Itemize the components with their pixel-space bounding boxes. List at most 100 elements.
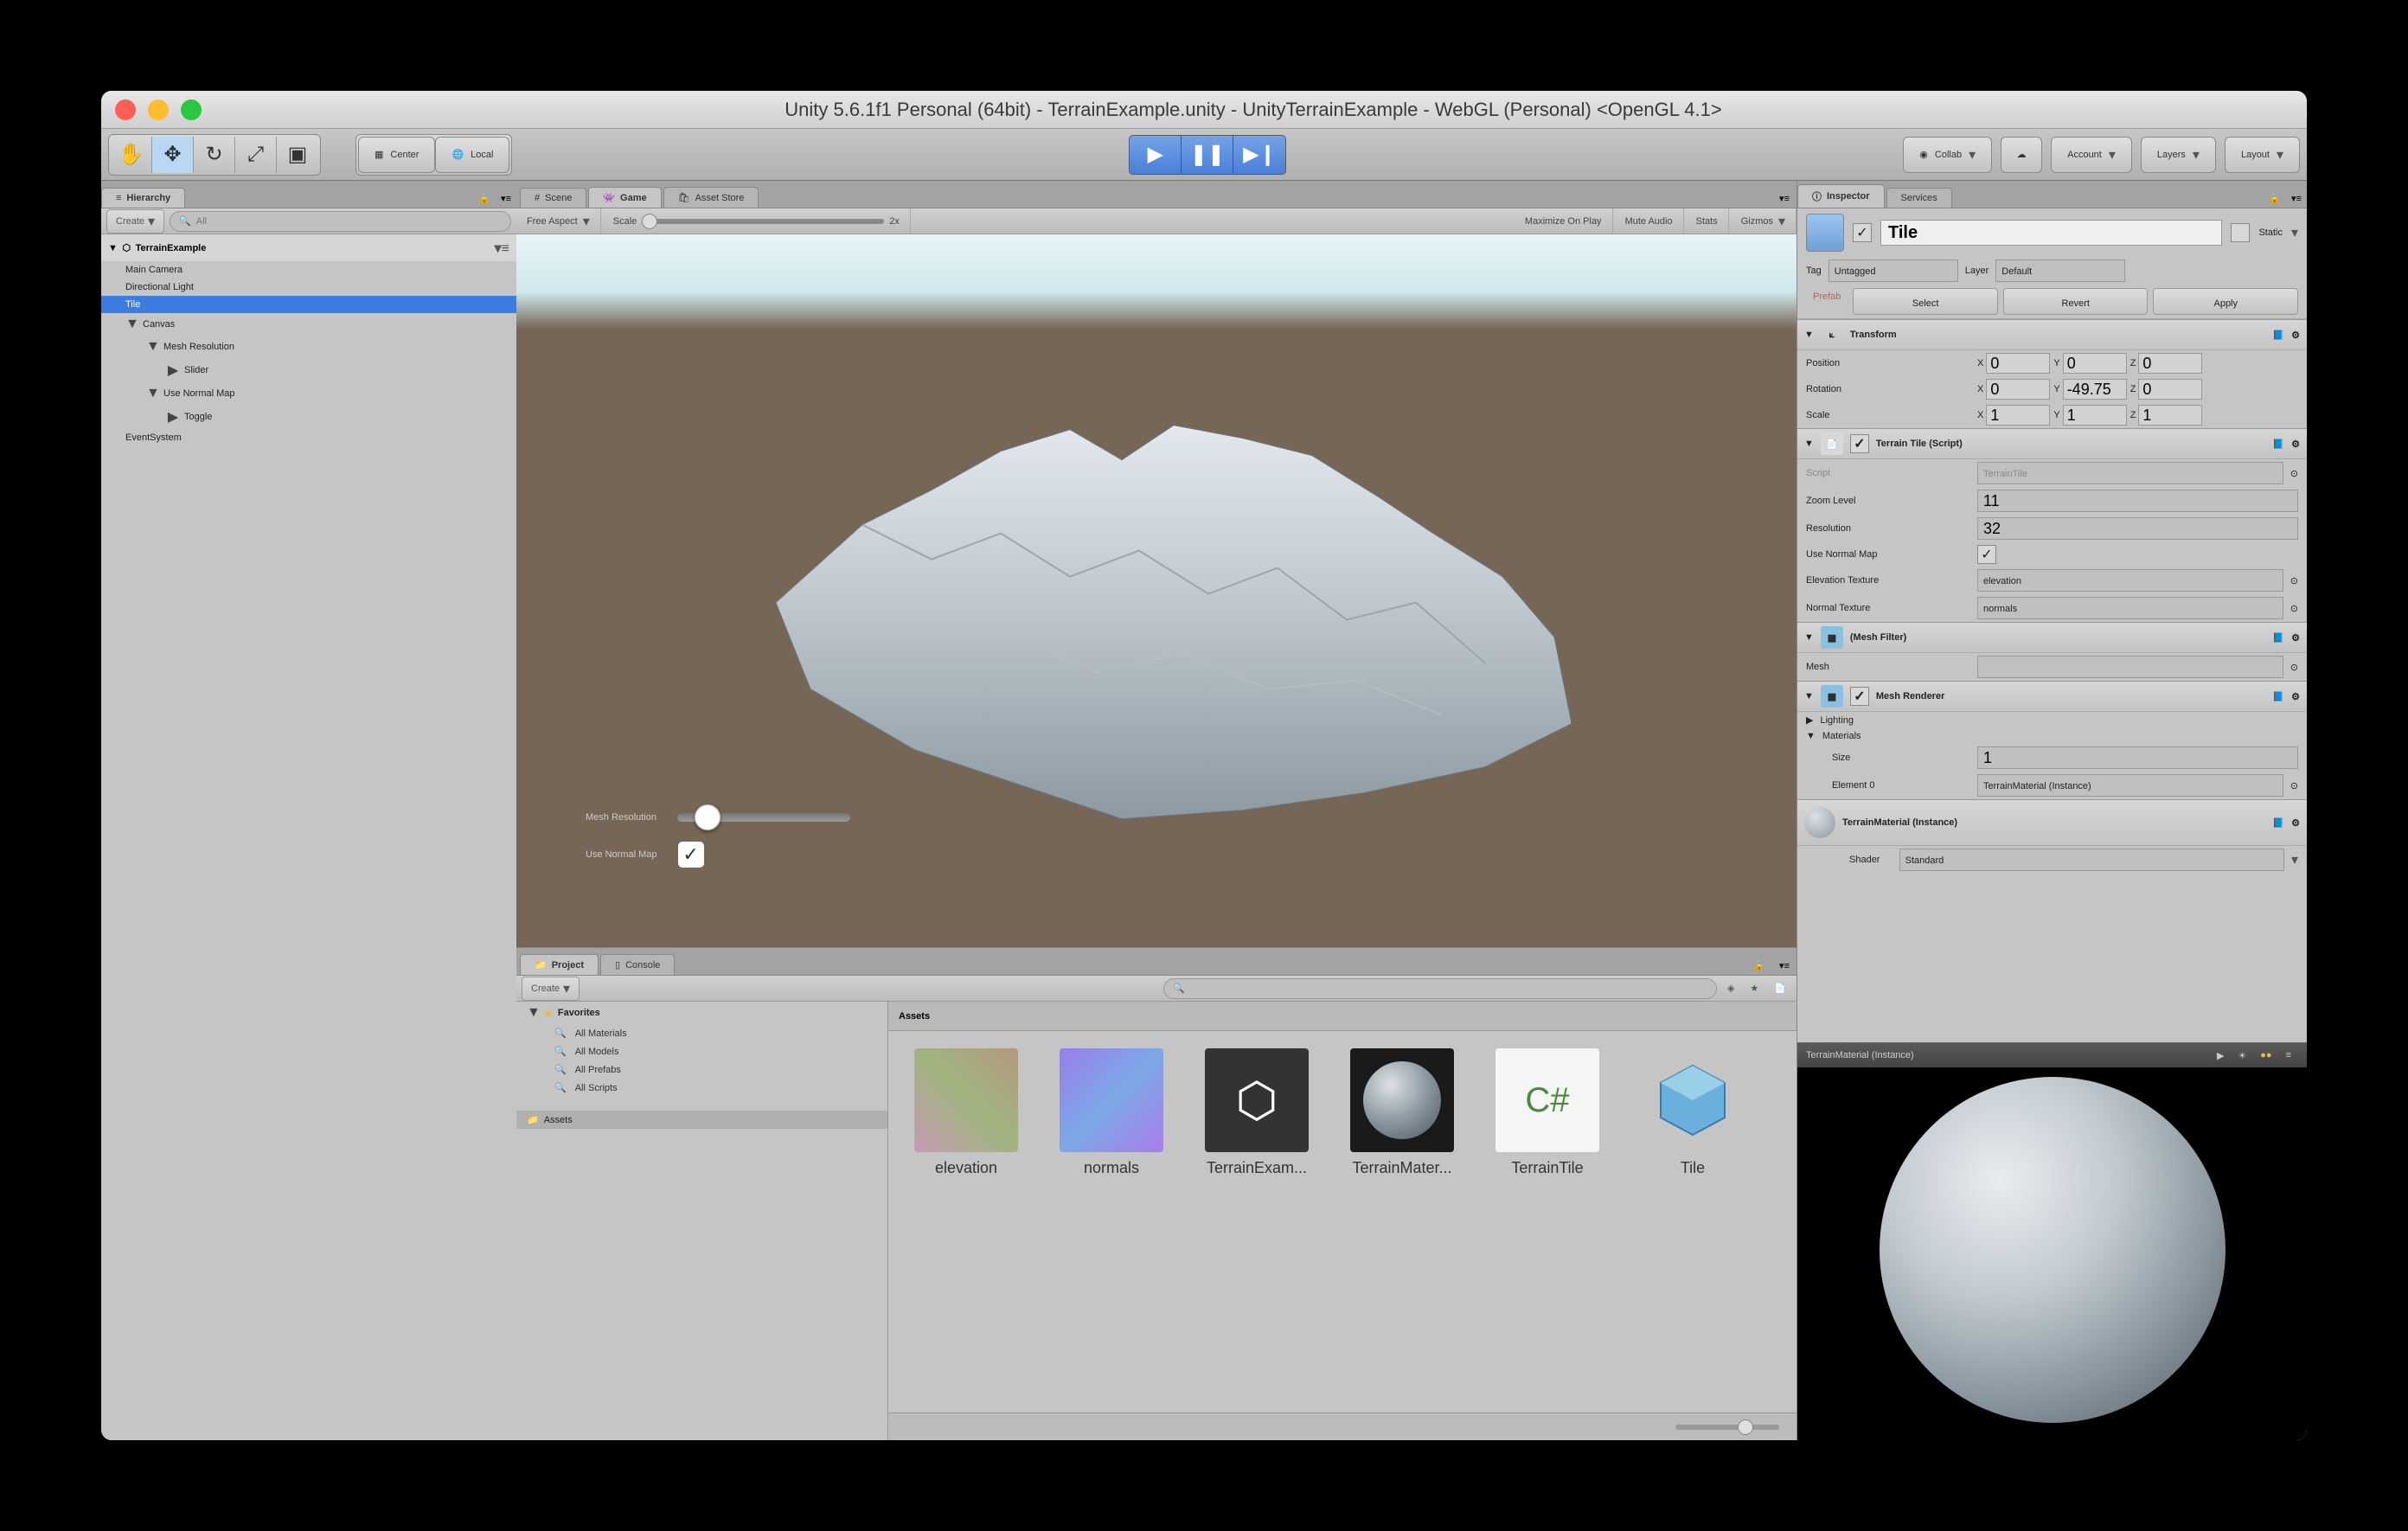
elevation-texture-field[interactable]: elevation xyxy=(1977,569,2283,592)
rotation-y-field[interactable] xyxy=(2063,379,2127,400)
scale-slider[interactable]: Scale 2x xyxy=(603,208,911,234)
position-z-field[interactable] xyxy=(2138,353,2202,374)
cloud-button[interactable]: ☁ xyxy=(2001,137,2042,173)
gizmos-dropdown[interactable]: Gizmos▾ xyxy=(1731,208,1796,234)
overlay-mesh-res-slider[interactable] xyxy=(677,813,850,822)
help-icon[interactable]: 📘 xyxy=(2272,330,2284,341)
project-favorite-icon[interactable]: ★ xyxy=(1745,983,1764,994)
project-tab[interactable]: 📁Project xyxy=(520,954,599,975)
play-button[interactable]: ▶ xyxy=(1130,136,1182,174)
prefab-select-button[interactable]: Select xyxy=(1853,288,1998,315)
rotate-tool[interactable]: ↻ xyxy=(194,137,235,173)
hierarchy-item-directional-light[interactable]: Directional Light xyxy=(101,279,516,296)
step-button[interactable]: ▶❙ xyxy=(1233,136,1285,174)
project-search-input[interactable]: 🔍 xyxy=(1163,978,1717,999)
asset-terrain-example-scene[interactable]: ⬡ TerrainExam... xyxy=(1196,1048,1317,1177)
position-x-field[interactable] xyxy=(1986,353,2050,374)
script-field[interactable]: TerrainTile xyxy=(1977,462,2283,484)
hierarchy-create-dropdown[interactable]: Create▾ xyxy=(106,209,164,234)
hierarchy-item-toggle[interactable]: ▶Toggle xyxy=(101,405,516,429)
preview-misc-icon[interactable]: ●● xyxy=(2260,1050,2271,1060)
fav-all-scripts[interactable]: 🔍All Scripts xyxy=(516,1079,887,1097)
asset-size-slider[interactable] xyxy=(1675,1425,1779,1430)
transform-component-header[interactable]: ▼⟀Transform📘⚙ xyxy=(1797,319,2307,350)
rotation-z-field[interactable] xyxy=(2138,379,2202,400)
object-picker-icon[interactable]: ⊙ xyxy=(2290,662,2298,673)
help-icon[interactable]: 📘 xyxy=(2272,817,2284,829)
game-tab[interactable]: 👾Game xyxy=(588,187,661,208)
game-view[interactable]: Mesh Resolution Use Normal Map ✓ xyxy=(516,234,1796,947)
material-header[interactable]: TerrainMaterial (Instance)📘⚙ xyxy=(1797,799,2307,846)
fav-all-materials[interactable]: 🔍All Materials xyxy=(516,1024,887,1042)
static-checkbox[interactable] xyxy=(2231,223,2250,242)
asset-terrain-tile-script[interactable]: C# TerrainTile xyxy=(1487,1048,1608,1177)
gameobject-name-field[interactable] xyxy=(1880,220,2222,246)
material-element-0-field[interactable]: TerrainMaterial (Instance) xyxy=(1977,774,2283,797)
project-menu-icon[interactable]: ▾≡ xyxy=(1772,957,1796,975)
terrain-tile-component-header[interactable]: ▼📄✓Terrain Tile (Script)📘⚙ xyxy=(1797,428,2307,459)
prefab-apply-button[interactable]: Apply xyxy=(2153,288,2298,315)
hierarchy-item-mesh-resolution[interactable]: ▼Mesh Resolution xyxy=(101,336,516,358)
pivot-center-button[interactable]: ▦Center xyxy=(358,137,435,173)
object-picker-icon[interactable]: ⊙ xyxy=(2290,468,2298,479)
asset-terrain-material[interactable]: TerrainMater... xyxy=(1342,1048,1463,1177)
preview-play-icon[interactable]: ▶ xyxy=(2217,1050,2224,1061)
asset-normals[interactable]: normals xyxy=(1051,1048,1172,1177)
pause-button[interactable]: ❚❚ xyxy=(1182,136,1233,174)
gear-icon[interactable]: ⚙ xyxy=(2291,691,2300,702)
hierarchy-tab[interactable]: ≡Hierarchy xyxy=(101,188,185,208)
window-close[interactable] xyxy=(115,99,136,120)
hierarchy-search-input[interactable]: 🔍All xyxy=(170,211,511,232)
hierarchy-item-canvas[interactable]: ▼Canvas xyxy=(101,313,516,336)
project-create-dropdown[interactable]: Create▾ xyxy=(522,977,580,1001)
mesh-filter-component-header[interactable]: ▼▦(Mesh Filter)📘⚙ xyxy=(1797,622,2307,653)
project-filter-icon[interactable]: ◈ xyxy=(1722,983,1739,994)
inspector-tab[interactable]: ⓘInspector xyxy=(1797,184,1885,208)
hierarchy-lock-icon[interactable]: 🔒 xyxy=(473,189,496,208)
hierarchy-item-tile[interactable]: Tile xyxy=(101,296,516,313)
stats-toggle[interactable]: Stats xyxy=(1686,208,1729,234)
preview-light-icon[interactable]: ☀ xyxy=(2238,1050,2246,1061)
prefab-revert-button[interactable]: Revert xyxy=(2003,288,2149,315)
lighting-foldout[interactable]: ▶Lighting xyxy=(1797,712,2307,728)
static-dropdown-icon[interactable]: ▾ xyxy=(2291,224,2298,241)
scene-tab[interactable]: #Scene xyxy=(520,188,586,208)
mute-audio-toggle[interactable]: Mute Audio xyxy=(1615,208,1684,234)
terrain-tile-enabled-checkbox[interactable]: ✓ xyxy=(1850,434,1869,453)
inspector-menu-icon[interactable]: ▾≡ xyxy=(2286,189,2307,208)
window-maximize[interactable] xyxy=(181,99,202,120)
shader-dropdown[interactable]: Standard xyxy=(1899,849,2284,871)
help-icon[interactable]: 📘 xyxy=(2272,439,2284,450)
hierarchy-menu-icon[interactable]: ▾≡ xyxy=(496,189,516,208)
asset-elevation[interactable]: elevation xyxy=(906,1048,1027,1177)
layer-dropdown[interactable]: Default xyxy=(1995,259,2125,282)
hierarchy-item-main-camera[interactable]: Main Camera xyxy=(101,261,516,279)
hierarchy-item-slider[interactable]: ▶Slider xyxy=(101,358,516,382)
gear-icon[interactable]: ⚙ xyxy=(2291,817,2300,829)
gear-icon[interactable]: ⚙ xyxy=(2291,330,2300,341)
services-tab[interactable]: Services xyxy=(1886,188,1952,208)
asset-tile-prefab[interactable]: Tile xyxy=(1632,1048,1753,1177)
gear-icon[interactable]: ⚙ xyxy=(2291,439,2300,450)
rotation-x-field[interactable] xyxy=(1986,379,2050,400)
console-tab[interactable]: ▯Console xyxy=(600,954,675,975)
material-preview-sphere[interactable] xyxy=(1880,1077,2225,1423)
pivot-local-button[interactable]: 🌐Local xyxy=(435,137,509,173)
scale-y-field[interactable] xyxy=(2063,405,2127,426)
fav-all-prefabs[interactable]: 🔍All Prefabs xyxy=(516,1060,887,1079)
hand-tool[interactable]: ✋ xyxy=(111,137,152,173)
maximize-on-play-toggle[interactable]: Maximize On Play xyxy=(1515,208,1613,234)
resolution-field[interactable] xyxy=(1977,517,2298,540)
object-picker-icon[interactable]: ⊙ xyxy=(2290,780,2298,791)
scale-x-field[interactable] xyxy=(1986,405,2050,426)
zoom-level-field[interactable] xyxy=(1977,490,2298,512)
fav-all-models[interactable]: 🔍All Models xyxy=(516,1042,887,1060)
layout-dropdown[interactable]: Layout▾ xyxy=(2225,137,2300,173)
rect-tool[interactable]: ▣ xyxy=(277,137,318,173)
mesh-renderer-component-header[interactable]: ▼▦✓Mesh Renderer📘⚙ xyxy=(1797,681,2307,712)
assets-breadcrumb[interactable]: Assets xyxy=(888,1002,1796,1031)
materials-foldout[interactable]: ▼Materials xyxy=(1797,728,2307,744)
center-menu-icon[interactable]: ▾≡ xyxy=(1772,189,1796,208)
tag-dropdown[interactable]: Untagged xyxy=(1828,259,1958,282)
help-icon[interactable]: 📘 xyxy=(2272,691,2284,702)
